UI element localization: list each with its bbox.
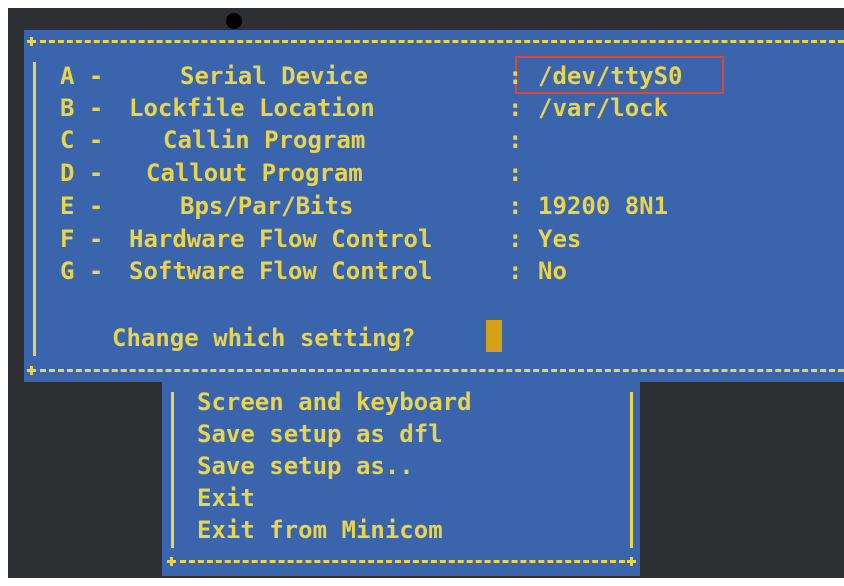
setting-colon: : <box>508 159 523 187</box>
panel-corner-top-left <box>27 37 36 46</box>
change-setting-prompt: Change which setting? <box>112 324 416 352</box>
text-cursor[interactable] <box>486 320 502 352</box>
setting-label: Callout Program <box>146 159 363 187</box>
setting-colon: : <box>508 126 523 154</box>
setting-key: B - <box>60 94 104 122</box>
setting-key: F - <box>60 225 104 253</box>
setting-colon: : <box>508 225 523 253</box>
setting-value: 19200 8N1 <box>538 192 669 220</box>
setting-row-a[interactable]: A - Serial Device : /dev/ttyS0 <box>0 60 820 92</box>
menu-corner-bottom-left <box>167 557 176 566</box>
setting-row-f[interactable]: F - Hardware Flow Control : Yes <box>0 223 820 255</box>
setting-label: Software Flow Control <box>129 257 433 285</box>
setting-value: /dev/ttyS0 <box>538 62 683 90</box>
setting-key: C - <box>60 126 104 154</box>
setting-row-c[interactable]: C - Callin Program : <box>0 124 820 156</box>
setting-colon: : <box>508 94 523 122</box>
setting-row-g[interactable]: G - Software Flow Control : No <box>0 255 820 287</box>
setting-key: D - <box>60 159 104 187</box>
setting-colon: : <box>508 62 523 90</box>
menu-item-exit-from-minicom[interactable]: Exit from Minicom <box>197 514 443 546</box>
setting-label: Bps/Par/Bits <box>180 192 354 220</box>
setting-row-b[interactable]: B - Lockfile Location : /var/lock <box>0 92 820 124</box>
setting-label: Callin Program <box>163 126 366 154</box>
menu-corner-bottom-right <box>627 557 636 566</box>
setting-key: E - <box>60 192 104 220</box>
setting-value: /var/lock <box>538 94 669 122</box>
panel-top-border <box>40 40 844 43</box>
panel-bottom-border <box>40 369 844 372</box>
panel-corner-bottom-left <box>27 366 36 375</box>
setting-value: Yes <box>538 225 582 253</box>
menu-item-screen-and-keyboard[interactable]: Screen and keyboard <box>197 386 472 418</box>
menu-bottom-border <box>180 560 625 563</box>
menu-item-save-setup-as-dfl[interactable]: Save setup as dfl <box>197 418 443 450</box>
setting-colon: : <box>508 257 523 285</box>
setting-value: No <box>538 257 567 285</box>
mouse-pointer-dot <box>226 13 242 29</box>
setting-row-d[interactable]: D - Callout Program : <box>0 157 820 189</box>
setting-key: G - <box>60 257 104 285</box>
setting-label: Serial Device <box>180 62 368 90</box>
setting-colon: : <box>508 192 523 220</box>
menu-right-border <box>630 392 633 548</box>
setting-label: Lockfile Location <box>129 94 375 122</box>
setting-row-e[interactable]: E - Bps/Par/Bits : 19200 8N1 <box>0 190 820 222</box>
menu-item-exit[interactable]: Exit <box>197 482 255 514</box>
setting-key: A - <box>60 62 104 90</box>
menu-left-border <box>171 392 174 548</box>
setting-label: Hardware Flow Control <box>129 225 433 253</box>
menu-item-save-setup-as[interactable]: Save setup as.. <box>197 450 414 482</box>
